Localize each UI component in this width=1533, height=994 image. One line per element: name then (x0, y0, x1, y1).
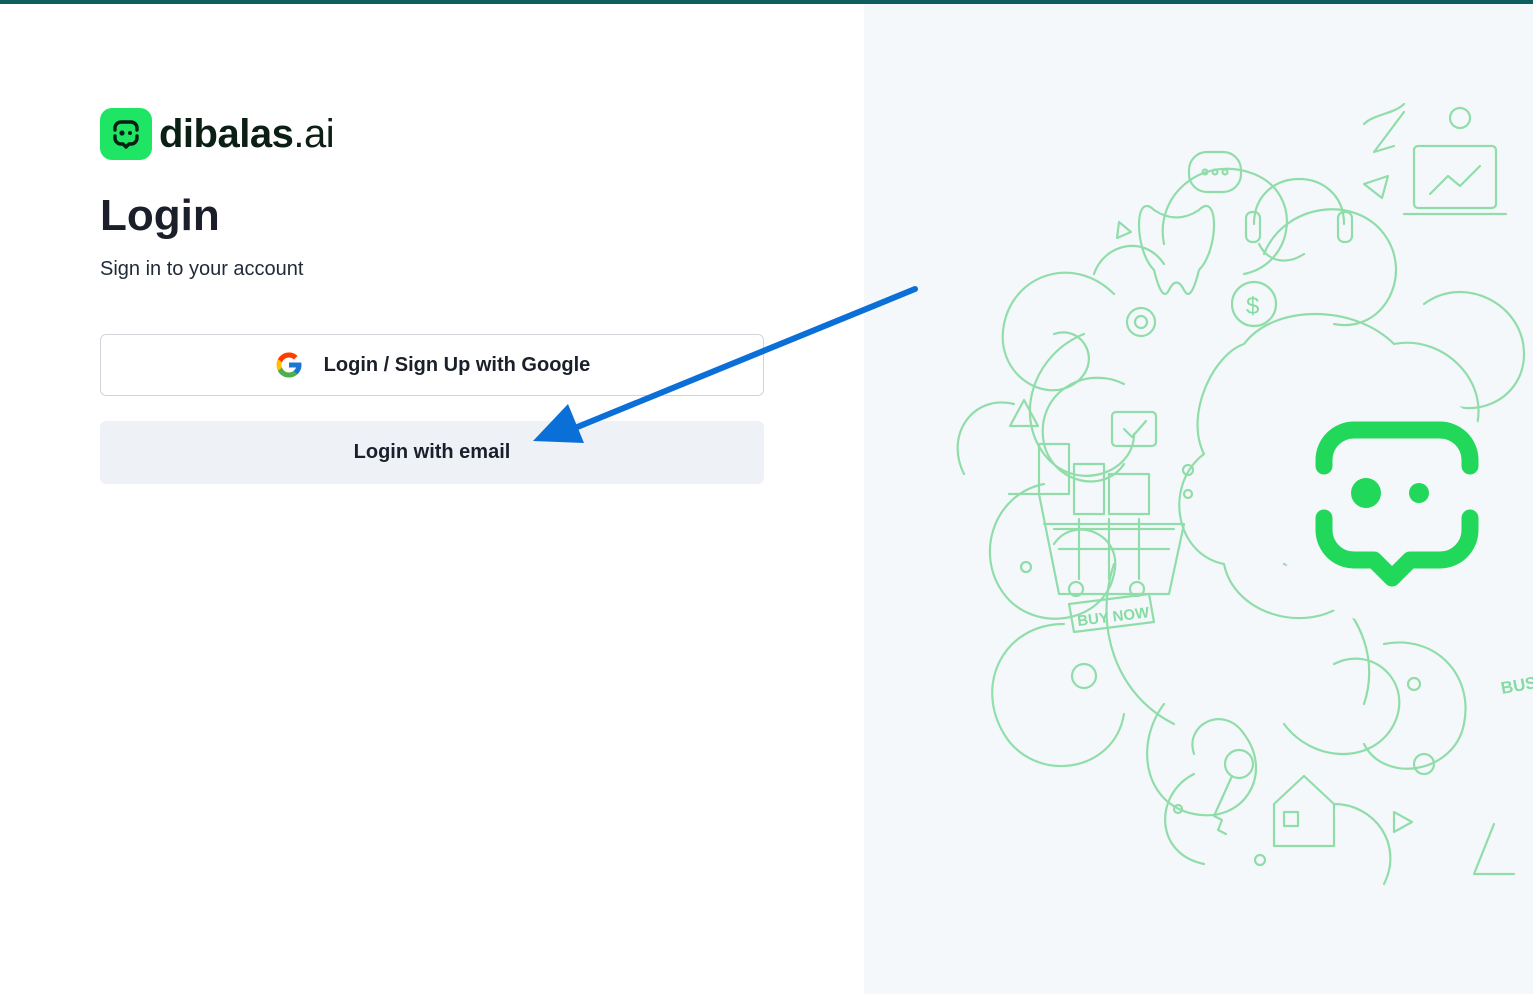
logo-wordmark: dibalas.ai (159, 108, 335, 160)
bus-text: BUS (1499, 673, 1533, 698)
logo-tld: .ai (293, 112, 335, 156)
dollar-text: $ (1246, 293, 1259, 320)
logo-name: dibalas (159, 112, 294, 156)
google-login-label: Login / Sign Up with Google (323, 353, 591, 376)
page-title: Login (100, 191, 220, 240)
illustration-panel: BUY NOW BUS $ (864, 4, 1533, 994)
page-subtitle: Sign in to your account (100, 258, 304, 280)
google-icon (276, 352, 302, 378)
brand-face-icon (1270, 384, 1510, 624)
email-login-label: Login with email (353, 441, 511, 463)
google-login-button[interactable]: Login / Sign Up with Google (100, 334, 764, 396)
brand-logo: dibalas.ai (100, 108, 335, 160)
logo-face-icon (100, 108, 152, 160)
login-panel: dibalas.ai Login Sign in to your account… (0, 4, 864, 994)
doodle-illustration: BUY NOW BUS $ (956, 102, 1533, 886)
email-login-button[interactable]: Login with email (100, 421, 764, 484)
